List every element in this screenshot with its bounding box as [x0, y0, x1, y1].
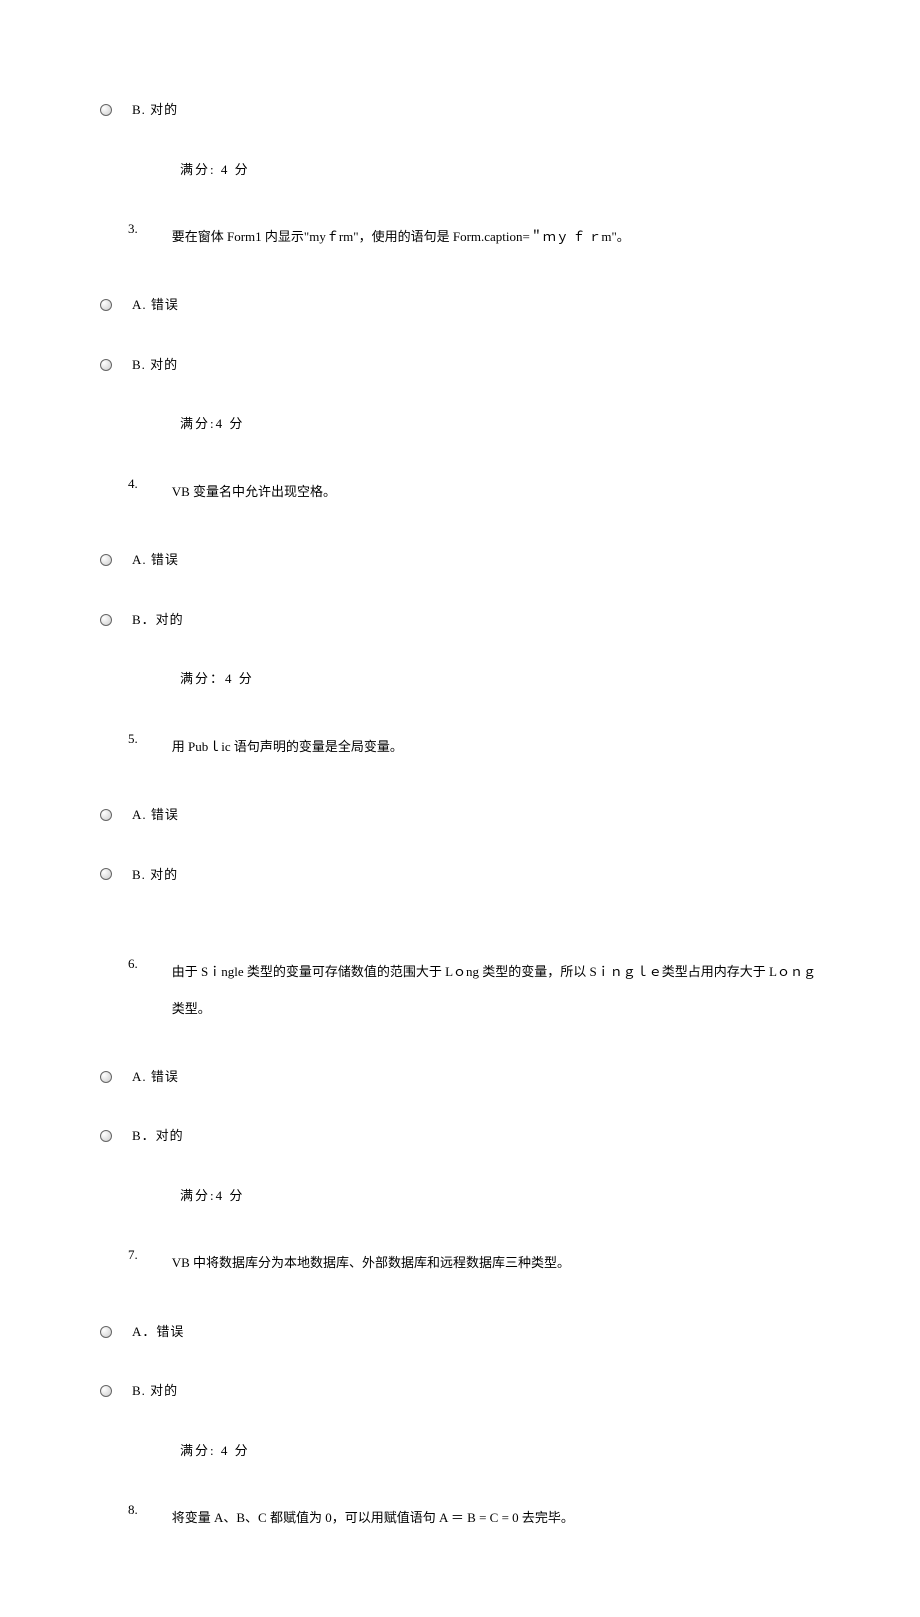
question-row: 3. 要在窗体 Form1 内显示"myｆrm"，使用的语句是 Form.cap… [128, 219, 820, 255]
radio-icon[interactable] [100, 104, 112, 116]
question-text: 要在窗体 Form1 内显示"myｆrm"，使用的语句是 Form.captio… [172, 219, 820, 255]
option-label: A. 错误 [132, 1067, 179, 1087]
option-row: B. 对的 [100, 100, 820, 120]
option-label: B．对的 [132, 1126, 184, 1146]
question-text: 用 Pubｌic 语句声明的变量是全局变量。 [172, 729, 820, 765]
radio-icon[interactable] [100, 299, 112, 311]
option-label: B. 对的 [132, 1381, 178, 1401]
option-row: A. 错误 [100, 295, 820, 315]
score-text: 满分:4 分 [180, 1186, 820, 1206]
option-label: A. 错误 [132, 805, 179, 825]
question-row: 7. VB 中将数据库分为本地数据库、外部数据库和远程数据库三种类型。 [128, 1245, 820, 1281]
question-number: 4. [128, 474, 138, 494]
option-label: B. 对的 [132, 865, 178, 885]
radio-icon[interactable] [100, 868, 112, 880]
radio-icon[interactable] [100, 1130, 112, 1142]
option-row: A. 错误 [100, 550, 820, 570]
option-label: B. 对的 [132, 100, 178, 120]
radio-icon[interactable] [100, 554, 112, 566]
radio-icon[interactable] [100, 614, 112, 626]
option-label: A. 错误 [132, 550, 179, 570]
option-row: B. 对的 [100, 355, 820, 375]
option-label: A. 错误 [132, 295, 179, 315]
score-text: 满分:4 分 [180, 414, 820, 434]
question-number: 3. [128, 219, 138, 239]
radio-icon[interactable] [100, 809, 112, 821]
question-row: 6. 由于 Sｉngle 类型的变量可存储数值的范围大于 Lｏng 类型的变量，… [128, 954, 820, 1027]
question-text: VB 变量名中允许出现空格。 [172, 474, 820, 510]
radio-icon[interactable] [100, 359, 112, 371]
question-number: 8. [128, 1500, 138, 1520]
option-row: A．错误 [100, 1322, 820, 1342]
question-row: 8. 将变量 A、B、C 都赋值为 0，可以用赋值语句 A ＝ B = C = … [128, 1500, 820, 1536]
question-row: 5. 用 Pubｌic 语句声明的变量是全局变量。 [128, 729, 820, 765]
radio-icon[interactable] [100, 1385, 112, 1397]
question-number: 5. [128, 729, 138, 749]
option-label: B. 对的 [132, 355, 178, 375]
radio-icon[interactable] [100, 1071, 112, 1083]
score-text: 满分: 4 分 [180, 1441, 820, 1461]
score-text: 满分：4 分 [180, 669, 820, 689]
question-text: 由于 Sｉngle 类型的变量可存储数值的范围大于 Lｏng 类型的变量，所以 … [172, 954, 820, 1027]
option-label: B．对的 [132, 610, 184, 630]
question-number: 6. [128, 954, 138, 974]
question-text: 将变量 A、B、C 都赋值为 0，可以用赋值语句 A ＝ B = C = 0 去… [172, 1500, 820, 1536]
option-row: B. 对的 [100, 1381, 820, 1401]
radio-icon[interactable] [100, 1326, 112, 1338]
question-number: 7. [128, 1245, 138, 1265]
score-text: 满分: 4 分 [180, 160, 820, 180]
option-row: B. 对的 [100, 865, 820, 885]
option-row: B．对的 [100, 1126, 820, 1146]
question-text: VB 中将数据库分为本地数据库、外部数据库和远程数据库三种类型。 [172, 1245, 820, 1281]
option-row: A. 错误 [100, 1067, 820, 1087]
option-row: B．对的 [100, 610, 820, 630]
question-row: 4. VB 变量名中允许出现空格。 [128, 474, 820, 510]
option-label: A．错误 [132, 1322, 184, 1342]
option-row: A. 错误 [100, 805, 820, 825]
